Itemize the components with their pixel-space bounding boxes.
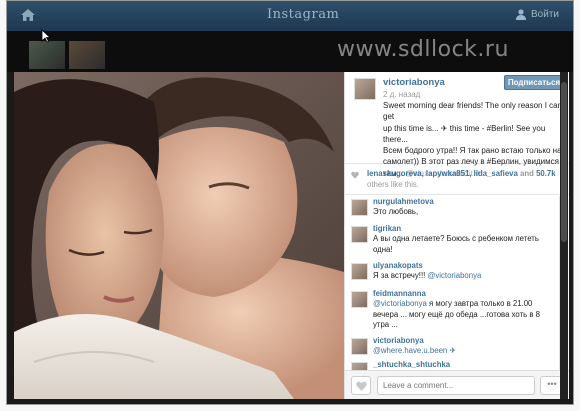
comment-username[interactable]: tigrikan: [373, 224, 401, 233]
comment-username[interactable]: nurgulahmetova: [373, 197, 434, 206]
heart-icon: [351, 171, 359, 179]
brand-logo[interactable]: Instagram: [267, 7, 339, 22]
comment-text: А вы одна летаете? Боюсь с ребенком лете…: [373, 234, 539, 254]
likers-list[interactable]: lenaskugoreva, lapywka851, lida_safieva …: [367, 169, 556, 178]
likes-and: and: [520, 169, 534, 178]
comment-footer: •••: [345, 370, 569, 399]
top-navigation-bar: Instagram Войти: [7, 1, 573, 31]
owner-avatar[interactable]: [354, 78, 376, 100]
post-header: victoriabonya 2 д. назад Подписаться Swe…: [345, 72, 569, 178]
comment-avatar[interactable]: [351, 338, 368, 355]
likers-names[interactable]: lenaskugoreva, lapywka851, lida_safieva: [367, 169, 518, 178]
page-scroll-thumb[interactable]: [561, 82, 567, 242]
comment-username[interactable]: feidmannanna: [373, 289, 426, 298]
mouse-cursor-icon: [41, 29, 51, 43]
user-icon: [516, 9, 527, 20]
comment-text: @victoriabonya я могу завтра только в 21…: [373, 299, 555, 331]
comment-avatar[interactable]: [351, 226, 368, 243]
comment-avatar[interactable]: [351, 362, 368, 370]
comment-body: Я за встречу!!!: [373, 271, 426, 280]
comment-username[interactable]: ulyanakopats: [373, 261, 423, 270]
login-label: Войти: [531, 9, 559, 20]
likes-count[interactable]: 50.7k: [536, 169, 556, 178]
comment-mention[interactable]: @victoriabonya: [373, 299, 427, 308]
post-photo[interactable]: [14, 72, 344, 399]
caption-line: Sweet morning dear friends! The only rea…: [383, 101, 563, 122]
comment-mention[interactable]: @where.have.u.been ✈: [373, 346, 456, 355]
likes-section: lenaskugoreva, lapywka851, lida_safieva …: [345, 165, 569, 195]
background-thumbnail: [69, 41, 105, 69]
browser-viewport: Instagram Войти www.sdllock.ru victoriab…: [6, 0, 574, 405]
post-details-panel: victoriabonya 2 д. назад Подписаться Swe…: [344, 72, 569, 399]
comment-text: Я за встречу!!! @victoriabonya: [373, 271, 555, 282]
comment-text: Это любовь,: [373, 207, 419, 216]
owner-username[interactable]: victoriabonya: [383, 77, 445, 88]
comment-mention[interactable]: @victoriabonya: [427, 271, 481, 280]
post-timestamp: 2 д. назад: [383, 90, 421, 99]
comment-avatar[interactable]: [351, 199, 368, 216]
comment-username[interactable]: victoriabonya: [373, 336, 424, 345]
comment-username[interactable]: _shtuchka_shtuchka: [373, 360, 450, 369]
comments-list: nurgulahmetova Это любовь, tigrikan А вы…: [345, 196, 558, 370]
photo-image: [14, 72, 344, 399]
home-icon[interactable]: [21, 9, 35, 21]
comment-input[interactable]: [377, 376, 535, 395]
likes-others-text: others like this.: [367, 180, 420, 189]
heart-icon: [355, 381, 367, 391]
comment-text: @where.have.u.been ✈: [373, 346, 555, 357]
caption-line: up this time is... ✈ this time - #Berlin…: [383, 123, 546, 144]
caption-line: Всем бодрого утра!! Я так рано встаю тол…: [383, 146, 562, 156]
background-thumbnail: [29, 41, 65, 69]
watermark-text: www.sdllock.ru: [337, 37, 509, 62]
comment-avatar[interactable]: [351, 263, 368, 280]
page-scrollbar[interactable]: [560, 72, 568, 399]
follow-button[interactable]: Подписаться: [504, 75, 564, 90]
login-link[interactable]: Войти: [516, 9, 559, 20]
like-button[interactable]: [351, 376, 371, 395]
comment-avatar[interactable]: [351, 291, 368, 308]
